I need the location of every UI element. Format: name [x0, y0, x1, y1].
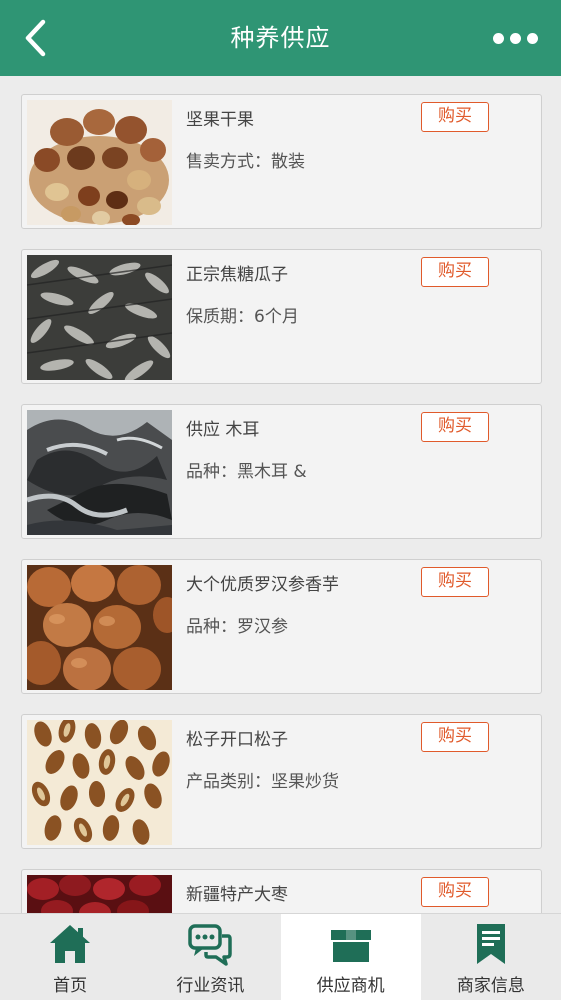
- product-image-sunflower-seeds[interactable]: [27, 255, 172, 380]
- tab-home[interactable]: 首页: [0, 914, 140, 1000]
- product-card[interactable]: 松子开口松子 产品类别：坚果炒货 购买: [21, 714, 542, 849]
- product-title[interactable]: 供应 木耳: [186, 415, 259, 440]
- product-title[interactable]: 松子开口松子: [186, 725, 288, 750]
- product-image-black-fungus[interactable]: [27, 410, 172, 535]
- product-image-red-dates[interactable]: [27, 875, 172, 913]
- bottom-tab-bar: 首页 行业资讯 供应商机 商家信息: [0, 913, 561, 1000]
- product-spec: 产品类别：坚果炒货: [186, 772, 339, 792]
- header-bar: 种养供应: [0, 0, 561, 76]
- chat-bubbles-icon: [188, 924, 233, 966]
- buy-button[interactable]: 购买: [421, 102, 489, 132]
- product-title[interactable]: 新疆特产大枣: [186, 880, 288, 905]
- tab-supply[interactable]: 供应商机: [280, 914, 421, 1000]
- product-spec: 品种：罗汉参: [186, 617, 288, 637]
- product-card[interactable]: 正宗焦糖瓜子 保质期：6个月 购买: [21, 249, 542, 384]
- buy-button[interactable]: 购买: [421, 412, 489, 442]
- more-dots-icon: [492, 32, 504, 44]
- box-icon: [330, 930, 371, 962]
- product-title[interactable]: 坚果干果: [186, 105, 254, 130]
- buy-button[interactable]: 购买: [421, 722, 489, 752]
- document-icon: [476, 924, 505, 964]
- product-spec: 品种：黑木耳 &: [186, 462, 307, 482]
- product-image-pine-nuts[interactable]: [27, 720, 172, 845]
- tab-industry-news[interactable]: 行业资讯: [140, 914, 280, 1000]
- product-card[interactable]: 大个优质罗汉参香芋 品种：罗汉参 购买: [21, 559, 542, 694]
- product-spec: 保质期：6个月: [186, 307, 299, 327]
- buy-button[interactable]: 购买: [421, 567, 489, 597]
- chevron-left-icon: [25, 19, 46, 57]
- back-button[interactable]: [14, 16, 58, 60]
- product-title[interactable]: 大个优质罗汉参香芋: [186, 570, 339, 595]
- tab-label: 首页: [53, 976, 88, 996]
- product-image-luohan-nuts[interactable]: [27, 565, 172, 690]
- buy-button[interactable]: 购买: [421, 257, 489, 287]
- more-dots-icon: [526, 32, 538, 44]
- more-button[interactable]: [485, 20, 545, 56]
- page-title: 种养供应: [230, 24, 331, 52]
- product-card[interactable]: 新疆特产大枣 购买: [21, 869, 542, 913]
- product-title[interactable]: 正宗焦糖瓜子: [186, 260, 288, 285]
- product-list[interactable]: 坚果干果 售卖方式：散装 购买 正宗焦糖瓜子 保质期：6个月 购买 供应 木耳 …: [0, 76, 561, 913]
- product-card[interactable]: 坚果干果 售卖方式：散装 购买: [21, 94, 542, 229]
- tab-label: 供应商机: [316, 976, 385, 996]
- more-dots-icon: [509, 32, 521, 44]
- tab-label: 行业资讯: [176, 976, 245, 996]
- product-spec: 售卖方式：散装: [186, 152, 305, 172]
- product-card[interactable]: 供应 木耳 品种：黑木耳 & 购买: [21, 404, 542, 539]
- home-icon: [50, 925, 91, 963]
- tab-label: 商家信息: [456, 976, 525, 996]
- buy-button[interactable]: 购买: [421, 877, 489, 907]
- product-image-mixed-nuts[interactable]: [27, 100, 172, 225]
- tab-merchant-info[interactable]: 商家信息: [421, 914, 561, 1000]
